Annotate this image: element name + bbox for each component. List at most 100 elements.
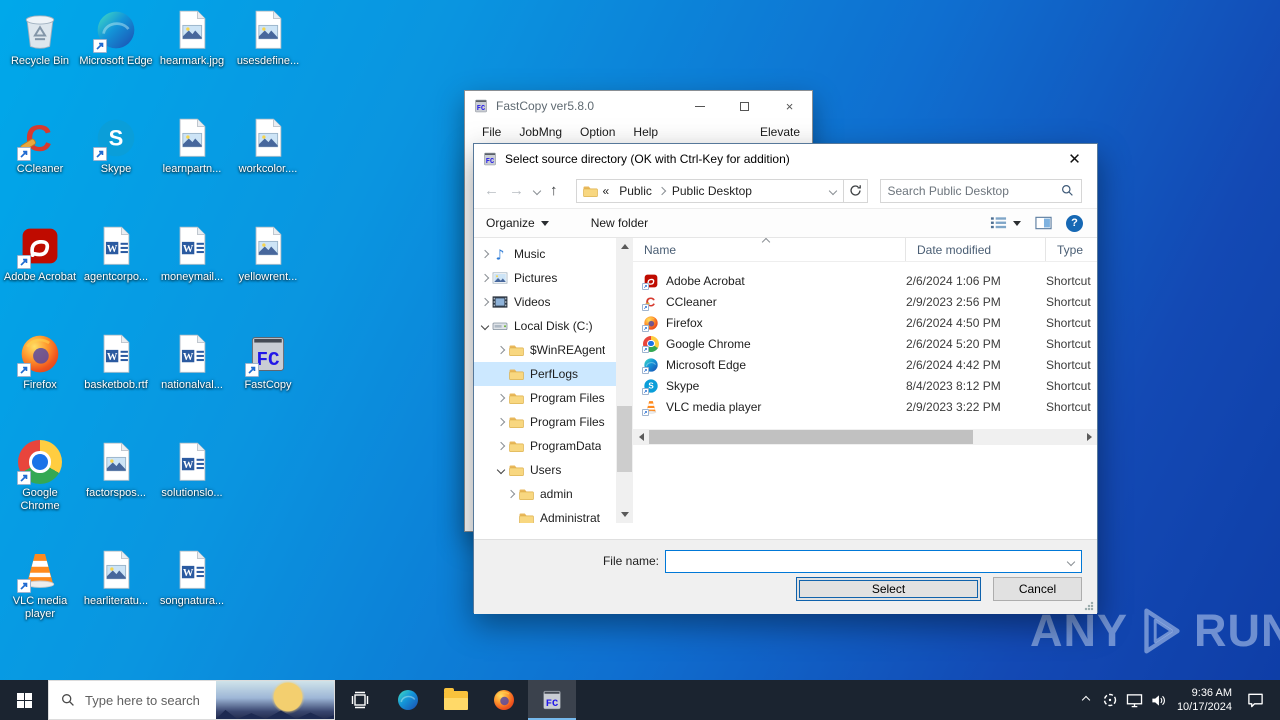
desktop-icon-hearmark-jpg[interactable]: hearmark.jpg [154,2,230,110]
cancel-button[interactable]: Cancel [993,577,1082,601]
show-hidden-icons-button[interactable] [1074,680,1098,720]
refresh-button[interactable] [843,178,868,203]
desktop-icon-solutionslo[interactable]: Wsolutionslo... [154,434,230,542]
resize-grip[interactable] [1084,601,1094,611]
desktop-icon-ccleaner[interactable]: C CCleaner [2,110,78,218]
desktop-icon-adobe-acrobat[interactable]: Adobe Acrobat [2,218,78,326]
expand-arrow-icon[interactable] [494,345,508,355]
close-button[interactable]: × [767,91,812,121]
taskbar-fastcopy-button-active[interactable]: FC [528,680,576,720]
expand-arrow-icon[interactable] [478,297,492,307]
network-icon[interactable] [1122,680,1146,720]
select-button[interactable]: Select [796,577,981,601]
expand-arrow-icon[interactable] [494,393,508,403]
desktop-icon-workcolor[interactable]: workcolor.... [230,110,306,218]
desktop-icon-nationalval[interactable]: Wnationalval... [154,326,230,434]
up-button[interactable]: ↑ [550,182,558,199]
desktop-icon-learnpartn[interactable]: learnpartn... [154,110,230,218]
column-header-date-modified[interactable]: Date modified [906,238,1046,261]
file-row-firefox[interactable]: Firefox 2/6/2024 4:50 PM Shortcut [633,312,1097,333]
tree-item-users[interactable]: Users [474,458,616,482]
breadcrumb-public-desktop[interactable]: Public Desktop [672,184,752,198]
vertical-scroll-thumb[interactable] [617,406,632,472]
fastcopy-titlebar[interactable]: FC FastCopy ver5.8.0 × [465,91,812,121]
search-box[interactable] [879,178,1082,203]
tray-status-icon[interactable] [1098,680,1122,720]
dialog-titlebar[interactable]: FC Select source directory (OK with Ctrl… [474,144,1097,173]
desktop-icon-recycle-bin[interactable]: Recycle Bin [2,2,78,110]
breadcrumb-public[interactable]: Public [619,184,652,198]
file-row-skype[interactable]: S Skype 8/4/2023 8:12 PM Shortcut [633,375,1097,396]
back-button[interactable]: ← [484,182,499,199]
file-row-adobe-acrobat[interactable]: Adobe Acrobat 2/6/2024 1:06 PM Shortcut [633,270,1097,291]
file-name-dropdown-icon[interactable] [1061,551,1081,572]
dialog-close-button[interactable]: ✕ [1052,145,1097,173]
tree-item-pictures[interactable]: Pictures [474,266,616,290]
desktop-icon-factorspos[interactable]: factorspos... [78,434,154,542]
tree-item-administrat[interactable]: Administrat [474,506,616,523]
desktop-icon-fastcopy[interactable]: FC FastCopy [230,326,306,434]
help-button[interactable]: ? [1066,214,1083,232]
tree-vertical-scrollbar[interactable] [616,238,633,523]
action-center-button[interactable] [1236,680,1274,720]
taskbar-edge-button[interactable] [384,680,432,720]
desktop-icon-vlc-media-player[interactable]: VLC media player [2,542,78,650]
desktop-icon-basketbob-rtf[interactable]: Wbasketbob.rtf [78,326,154,434]
taskbar-search[interactable] [48,680,335,720]
preview-pane-button[interactable] [1035,216,1052,230]
desktop-icon-microsoft-edge[interactable]: Microsoft Edge [78,2,154,110]
maximize-button[interactable] [722,91,767,121]
expand-arrow-icon[interactable] [494,417,508,427]
address-dropdown-icon[interactable] [828,186,837,195]
tree-item-videos[interactable]: Videos [474,290,616,314]
tree-item-winreagent[interactable]: $WinREAgent [474,338,616,362]
column-header-type[interactable]: Type [1046,238,1097,261]
desktop-icon-songnatura[interactable]: Wsongnatura... [154,542,230,650]
desktop-icon-agentcorpo[interactable]: Wagentcorpo... [78,218,154,326]
scroll-right-arrow[interactable] [1081,429,1097,445]
collapse-arrow-icon[interactable] [494,465,508,475]
tree-item-program-files[interactable]: Program Files [474,386,616,410]
desktop-icon-moneymail[interactable]: Wmoneymail... [154,218,230,326]
history-dropdown-icon[interactable] [532,186,542,195]
taskbar-clock[interactable]: 9:36 AM 10/17/2024 [1170,686,1236,714]
taskbar-file-explorer-button[interactable] [432,680,480,720]
column-header-name[interactable]: Name [633,238,906,261]
tree-item-programdata[interactable]: ProgramData [474,434,616,458]
menu-file[interactable]: File [473,125,510,139]
tree-item-music[interactable]: ♪ Music [474,242,616,266]
minimize-button[interactable] [677,91,722,121]
scroll-up-arrow[interactable] [616,238,633,255]
expand-arrow-icon[interactable] [478,249,492,259]
task-view-button[interactable] [336,680,384,720]
desktop-icon-usesdefine[interactable]: usesdefine... [230,2,306,110]
horizontal-scrollbar[interactable] [633,429,1097,445]
file-row-vlc-media-player[interactable]: VLC media player 2/9/2023 3:22 PM Shortcut [633,396,1097,417]
desktop-icon-hearliteratu[interactable]: hearliteratu... [78,542,154,650]
tree-item-admin[interactable]: admin [474,482,616,506]
desktop-icon-firefox[interactable]: Firefox [2,326,78,434]
search-highlight-image[interactable] [216,681,334,719]
tree-item-program-files[interactable]: Program Files [474,410,616,434]
forward-button[interactable]: → [509,182,524,199]
desktop-icon-google-chrome[interactable]: Google Chrome [2,434,78,542]
desktop-icon-skype[interactable]: S Skype [78,110,154,218]
change-view-button[interactable] [990,216,1021,230]
search-input[interactable] [887,183,1061,198]
file-row-google-chrome[interactable]: Google Chrome 2/6/2024 5:20 PM Shortcut [633,333,1097,354]
expand-arrow-icon[interactable] [504,489,518,499]
menu-option[interactable]: Option [571,125,624,139]
file-row-ccleaner[interactable]: C CCleaner 2/9/2023 2:56 PM Shortcut [633,291,1097,312]
collapse-arrow-icon[interactable] [478,321,492,331]
file-name-input[interactable] [666,551,1061,572]
start-button[interactable] [0,680,48,720]
volume-icon[interactable] [1146,680,1170,720]
menu-help[interactable]: Help [624,125,667,139]
tree-item-local-disk-c[interactable]: Local Disk (C:) [474,314,616,338]
expand-arrow-icon[interactable] [478,273,492,283]
scroll-down-arrow[interactable] [616,506,633,523]
scroll-left-arrow[interactable] [633,429,649,445]
address-bar[interactable]: « Public Public Desktop [575,178,844,203]
menu-elevate[interactable]: Elevate [751,125,804,139]
organize-button[interactable]: Organize [486,216,549,230]
